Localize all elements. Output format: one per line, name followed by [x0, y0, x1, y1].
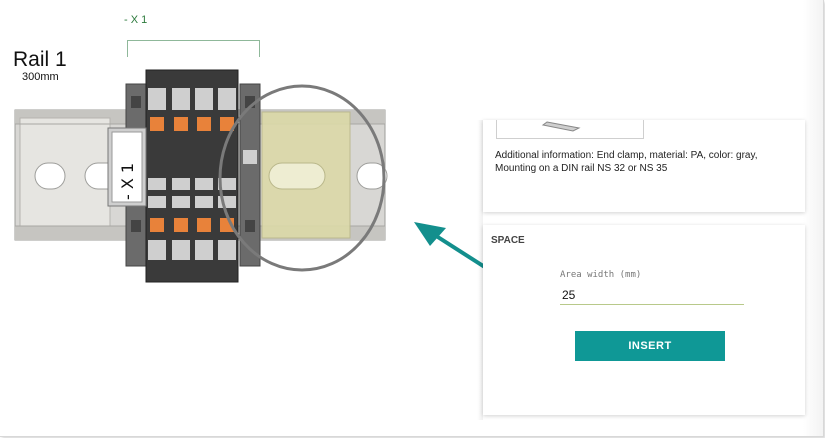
- terminal-group-bracket: [127, 40, 260, 57]
- rail-drawing: - X 1: [14, 69, 388, 283]
- insert-button[interactable]: INSERT: [575, 331, 725, 361]
- terminal-blocks[interactable]: [145, 69, 239, 283]
- terminal-group-label: - X 1: [124, 14, 148, 26]
- additional-info-text: Additional information: End clamp, mater…: [495, 150, 758, 174]
- group-marker[interactable]: - X 1: [107, 127, 147, 207]
- space-area-highlight[interactable]: [261, 111, 351, 239]
- space-panel: SPACE Area width (mm) INSERT: [483, 225, 805, 415]
- area-width-input[interactable]: [560, 285, 744, 305]
- area-width-label: Area width (mm): [560, 270, 642, 280]
- end-clamp-image: [541, 121, 581, 132]
- product-info-panel: Additional information: End clamp, mater…: [483, 120, 805, 212]
- panel-edge: [803, 0, 823, 436]
- group-marker-text: - X 1: [118, 163, 137, 200]
- product-thumbnail: [496, 120, 644, 139]
- space-section-title: SPACE: [491, 235, 525, 246]
- end-plate-right[interactable]: [239, 83, 261, 267]
